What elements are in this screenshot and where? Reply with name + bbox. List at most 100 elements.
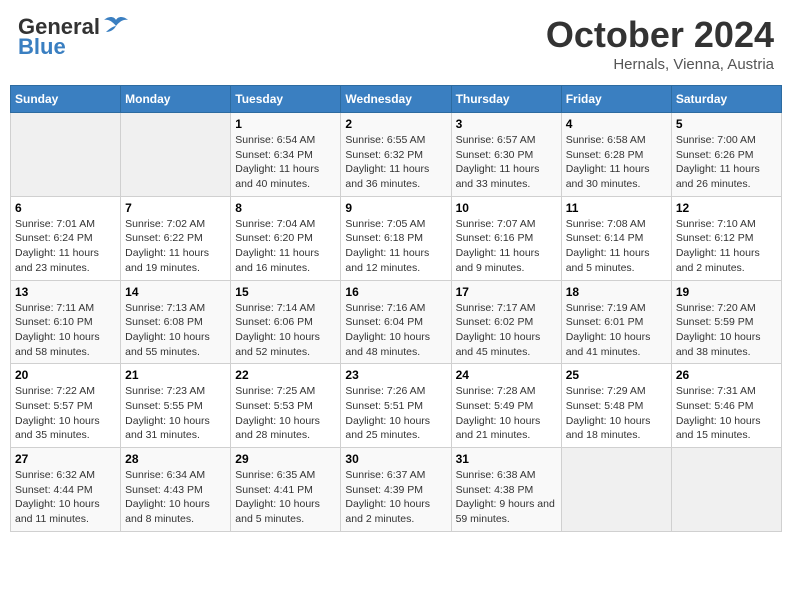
day-info: Sunrise: 6:37 AMSunset: 4:39 PMDaylight:… [345,468,446,527]
day-info: Sunrise: 7:10 AMSunset: 6:12 PMDaylight:… [676,217,777,276]
calendar-cell: 25 Sunrise: 7:29 AMSunset: 5:48 PMDayligh… [561,364,671,448]
day-number: 15 [235,285,336,299]
calendar-week-row: 6 Sunrise: 7:01 AMSunset: 6:24 PMDaylight… [11,196,782,280]
page-header: General Blue October 2024 Hernals, Vienn… [10,10,782,77]
day-info: Sunrise: 7:08 AMSunset: 6:14 PMDaylight:… [566,217,667,276]
day-info: Sunrise: 7:11 AMSunset: 6:10 PMDaylight:… [15,301,116,360]
calendar-cell: 23 Sunrise: 7:26 AMSunset: 5:51 PMDayligh… [341,364,451,448]
calendar-header-saturday: Saturday [671,86,781,113]
day-info: Sunrise: 7:00 AMSunset: 6:26 PMDaylight:… [676,133,777,192]
day-number: 13 [15,285,116,299]
month-title: October 2024 [546,14,774,56]
calendar-cell: 6 Sunrise: 7:01 AMSunset: 6:24 PMDaylight… [11,196,121,280]
day-number: 31 [456,452,557,466]
calendar-cell: 10 Sunrise: 7:07 AMSunset: 6:16 PMDayligh… [451,196,561,280]
calendar-cell: 7 Sunrise: 7:02 AMSunset: 6:22 PMDaylight… [121,196,231,280]
day-info: Sunrise: 7:14 AMSunset: 6:06 PMDaylight:… [235,301,336,360]
day-number: 12 [676,201,777,215]
day-number: 20 [15,368,116,382]
calendar-cell: 29 Sunrise: 6:35 AMSunset: 4:41 PMDayligh… [231,448,341,532]
calendar-cell: 12 Sunrise: 7:10 AMSunset: 6:12 PMDayligh… [671,196,781,280]
day-number: 22 [235,368,336,382]
calendar-cell: 24Sunrise: 7:28 AMSunset: 5:49 PMDayligh… [451,364,561,448]
calendar-cell: 17 Sunrise: 7:17 AMSunset: 6:02 PMDayligh… [451,280,561,364]
calendar-cell: 1Sunrise: 6:54 AMSunset: 6:34 PMDaylight… [231,113,341,197]
day-info: Sunrise: 7:01 AMSunset: 6:24 PMDaylight:… [15,217,116,276]
day-info: Sunrise: 7:19 AMSunset: 6:01 PMDaylight:… [566,301,667,360]
calendar-cell: 5 Sunrise: 7:00 AMSunset: 6:26 PMDaylight… [671,113,781,197]
day-number: 16 [345,285,446,299]
day-info: Sunrise: 6:32 AMSunset: 4:44 PMDaylight:… [15,468,116,527]
calendar-header-sunday: Sunday [11,86,121,113]
logo-bird-icon [102,16,130,38]
day-number: 21 [125,368,226,382]
location: Hernals, Vienna, Austria [546,56,774,73]
day-info: Sunrise: 6:55 AMSunset: 6:32 PMDaylight:… [345,133,446,192]
title-block: October 2024 Hernals, Vienna, Austria [546,14,774,73]
day-info: Sunrise: 6:58 AMSunset: 6:28 PMDaylight:… [566,133,667,192]
calendar-cell: 16 Sunrise: 7:16 AMSunset: 6:04 PMDayligh… [341,280,451,364]
day-number: 28 [125,452,226,466]
day-number: 11 [566,201,667,215]
calendar-table: SundayMondayTuesdayWednesdayThursdayFrid… [10,85,782,532]
day-number: 4 [566,117,667,131]
day-number: 10 [456,201,557,215]
calendar-cell [671,448,781,532]
calendar-week-row: 20 Sunrise: 7:22 AMSunset: 5:57 PMDayligh… [11,364,782,448]
calendar-cell: 28 Sunrise: 6:34 AMSunset: 4:43 PMDayligh… [121,448,231,532]
calendar-cell: 3Sunrise: 6:57 AMSunset: 6:30 PMDaylight… [451,113,561,197]
calendar-cell: 26Sunrise: 7:31 AMSunset: 5:46 PMDayligh… [671,364,781,448]
day-number: 7 [125,201,226,215]
calendar-cell: 4 Sunrise: 6:58 AMSunset: 6:28 PMDaylight… [561,113,671,197]
day-info: Sunrise: 7:20 AMSunset: 5:59 PMDaylight:… [676,301,777,360]
day-info: Sunrise: 7:13 AMSunset: 6:08 PMDaylight:… [125,301,226,360]
calendar-cell: 8 Sunrise: 7:04 AMSunset: 6:20 PMDaylight… [231,196,341,280]
calendar-cell [121,113,231,197]
day-info: Sunrise: 6:34 AMSunset: 4:43 PMDaylight:… [125,468,226,527]
day-info: Sunrise: 7:02 AMSunset: 6:22 PMDaylight:… [125,217,226,276]
day-info: Sunrise: 6:35 AMSunset: 4:41 PMDaylight:… [235,468,336,527]
day-info: Sunrise: 6:38 AMSunset: 4:38 PMDaylight:… [456,468,557,527]
day-number: 6 [15,201,116,215]
day-number: 8 [235,201,336,215]
day-info: Sunrise: 7:22 AMSunset: 5:57 PMDaylight:… [15,384,116,443]
calendar-cell: 11 Sunrise: 7:08 AMSunset: 6:14 PMDayligh… [561,196,671,280]
day-number: 14 [125,285,226,299]
calendar-cell: 2 Sunrise: 6:55 AMSunset: 6:32 PMDaylight… [341,113,451,197]
day-number: 5 [676,117,777,131]
calendar-cell: 13 Sunrise: 7:11 AMSunset: 6:10 PMDayligh… [11,280,121,364]
calendar-header-friday: Friday [561,86,671,113]
calendar-cell: 18Sunrise: 7:19 AMSunset: 6:01 PMDayligh… [561,280,671,364]
day-info: Sunrise: 7:07 AMSunset: 6:16 PMDaylight:… [456,217,557,276]
logo: General Blue [18,14,130,60]
calendar-header-thursday: Thursday [451,86,561,113]
day-info: Sunrise: 6:57 AMSunset: 6:30 PMDaylight:… [456,133,557,192]
calendar-cell [11,113,121,197]
calendar-cell: 20 Sunrise: 7:22 AMSunset: 5:57 PMDayligh… [11,364,121,448]
day-number: 29 [235,452,336,466]
day-info: Sunrise: 7:23 AMSunset: 5:55 PMDaylight:… [125,384,226,443]
day-number: 23 [345,368,446,382]
calendar-cell: 15 Sunrise: 7:14 AMSunset: 6:06 PMDayligh… [231,280,341,364]
calendar-header-row: SundayMondayTuesdayWednesdayThursdayFrid… [11,86,782,113]
calendar-cell: 14 Sunrise: 7:13 AMSunset: 6:08 PMDayligh… [121,280,231,364]
calendar-header-monday: Monday [121,86,231,113]
calendar-week-row: 1Sunrise: 6:54 AMSunset: 6:34 PMDaylight… [11,113,782,197]
day-info: Sunrise: 7:16 AMSunset: 6:04 PMDaylight:… [345,301,446,360]
day-info: Sunrise: 7:17 AMSunset: 6:02 PMDaylight:… [456,301,557,360]
day-number: 24 [456,368,557,382]
day-number: 2 [345,117,446,131]
logo-blue-text: Blue [18,34,66,60]
day-number: 17 [456,285,557,299]
calendar-week-row: 27 Sunrise: 6:32 AMSunset: 4:44 PMDayligh… [11,448,782,532]
day-number: 30 [345,452,446,466]
calendar-cell: 27 Sunrise: 6:32 AMSunset: 4:44 PMDayligh… [11,448,121,532]
day-info: Sunrise: 7:26 AMSunset: 5:51 PMDaylight:… [345,384,446,443]
day-info: Sunrise: 7:04 AMSunset: 6:20 PMDaylight:… [235,217,336,276]
day-info: Sunrise: 7:29 AMSunset: 5:48 PMDaylight:… [566,384,667,443]
day-number: 27 [15,452,116,466]
calendar-cell: 21 Sunrise: 7:23 AMSunset: 5:55 PMDayligh… [121,364,231,448]
calendar-cell: 30 Sunrise: 6:37 AMSunset: 4:39 PMDayligh… [341,448,451,532]
day-number: 25 [566,368,667,382]
calendar-cell [561,448,671,532]
